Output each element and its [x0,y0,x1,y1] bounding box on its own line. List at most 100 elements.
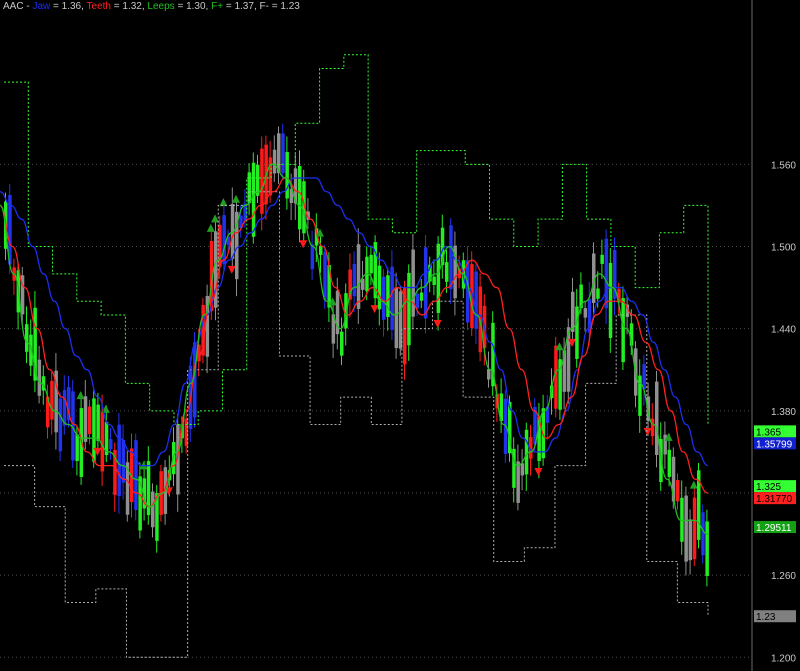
price-bar [424,247,428,319]
price-tag-label: 1.365 [756,427,781,438]
price-bar [524,429,529,475]
price-bar [117,424,121,497]
fractal-marker [76,391,85,400]
price-bar [436,243,441,313]
price-bar [445,262,449,282]
price-chart[interactable]: 1.5601.5001.4401.3801.3201.2601.2001.365… [0,0,800,671]
price-bar [398,291,403,349]
symbol-label: AAC [3,1,24,12]
price-bar [449,225,453,290]
price-bar [272,149,277,174]
price-tag-label: 1.29511 [756,523,792,534]
price-bar [134,440,138,510]
price-bar [411,249,415,317]
price-bar [247,172,252,204]
price-bar [394,287,399,349]
price-bar [75,434,79,461]
price-bar [390,266,394,330]
fractal-marker [232,194,240,203]
fractal-down-legend-label: F- [259,1,269,12]
price-bar [688,519,693,561]
price-bar [92,398,96,462]
price-bar [415,293,420,309]
y-tick-label: 1.260 [771,571,796,582]
fractal-marker [534,467,543,476]
price-bar [88,406,92,435]
price-bar [121,439,126,483]
price-bar [83,396,88,442]
price-bar [705,521,709,577]
price-bar [655,381,659,455]
price-bar [382,276,386,320]
price-bar [58,398,63,452]
price-bar [432,276,436,285]
price-bar [96,404,100,441]
teeth-legend-value: = 1.32 [113,1,142,12]
price-tag-label: 1.325 [756,482,781,493]
fractal-up-legend-value: = 1.37 [225,1,254,12]
price-bar [419,292,424,301]
price-bar [151,491,155,528]
price-bar [667,449,672,477]
price-bar [251,162,256,237]
price-tag-label: 1.35799 [756,439,793,450]
price-bar [474,271,478,329]
price-bar [277,133,281,174]
price-bar [692,497,697,560]
y-tick-label: 1.560 [771,160,796,171]
price-bar [285,151,289,199]
price-bar [487,369,491,380]
price-bar [369,254,373,274]
price-bar [684,495,688,562]
price-bar [25,324,29,352]
price-bar [701,512,705,556]
price-bar [298,165,302,230]
price-bar [608,262,613,338]
chart-window: 1.5601.5001.4401.3801.3201.2601.2001.365… [0,0,800,671]
price-tag-label: 1.23 [756,612,776,623]
price-bar [323,252,327,300]
price-bar [222,215,226,265]
price-bar [571,291,575,332]
price-tag-label: 1.31770 [756,494,793,505]
price-bar [281,133,285,174]
jaw-legend-value: = 1.36 [53,1,82,12]
y-tick-label: 1.380 [771,407,796,418]
price-bar [37,359,42,396]
price-bar [520,463,525,476]
fractal-marker [689,480,698,489]
y-tick-label: 1.440 [771,325,796,336]
price-bar [50,380,54,420]
price-bar [356,244,361,309]
fractal-marker [227,265,236,274]
lips-legend-label: Leeps [147,1,175,12]
fractal-marker [206,223,215,232]
fractal-marker [433,319,442,328]
fractal-marker [299,240,308,249]
teeth-legend-label: Teeth [86,1,111,12]
y-tick-label: 1.500 [771,242,796,253]
price-bar [100,411,105,472]
fractal-down-legend-value: = 1.23 [271,1,300,12]
jaw-line [0,177,709,467]
price-bar [621,298,625,363]
price-bar [268,157,273,196]
y-tick-label: 1.200 [771,653,796,664]
fractal-up-legend-label: F+ [211,1,224,12]
price-bar [676,480,680,502]
price-bar [340,331,344,356]
fractal-marker [643,428,652,437]
price-bar [310,244,315,270]
price-bar [407,272,411,346]
price-bar [583,308,588,318]
price-bar [109,439,113,450]
price-bar [377,265,382,310]
price-bar [319,245,323,255]
price-bar [604,238,609,309]
price-bar [516,461,520,503]
price-bar [596,288,600,299]
fractal-marker [370,305,379,314]
jaw-legend-label: Jaw [32,1,51,12]
lips-line [0,163,709,535]
lips-legend-value: = 1.30 [177,1,206,12]
